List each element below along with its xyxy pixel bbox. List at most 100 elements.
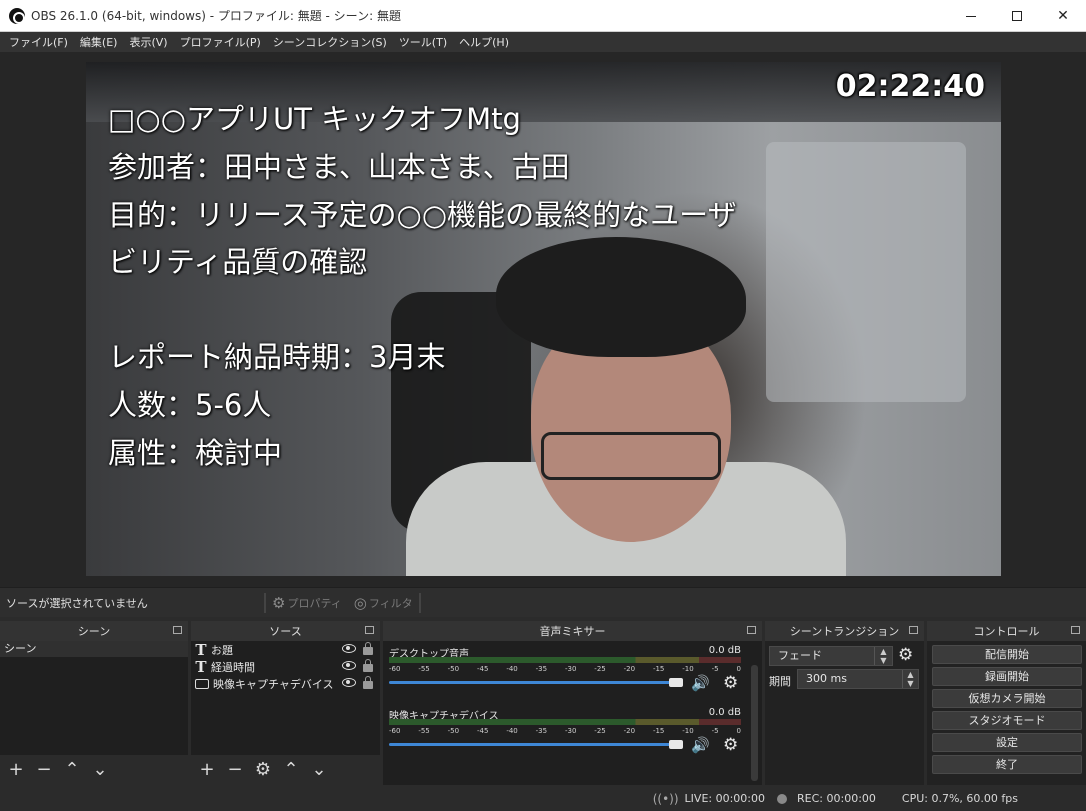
volume-slider[interactable]: [389, 681, 679, 684]
cpu-status: CPU: 0.7%, 60.00 fps: [901, 792, 1018, 805]
source-item[interactable]: T お題: [191, 641, 380, 659]
controls-dock: コントロール 配信開始 録画開始 仮想カメラ開始 スタジオモード 設定 終了: [927, 621, 1086, 785]
filters-label: フィルタ: [368, 596, 413, 610]
sources-dock-title: ソース: [191, 621, 380, 641]
menu-tools[interactable]: ツール(T): [393, 34, 453, 50]
source-item[interactable]: 映像キャプチャデバイス: [191, 675, 380, 692]
overlay-line-title: □○○アプリUT キックオフMtg: [108, 102, 521, 136]
menu-bar: ファイル(F) 編集(E) 表示(V) プロファイル(P) シーンコレクション(…: [0, 32, 1086, 52]
source-name: お題: [211, 643, 233, 657]
broadcast-icon: ((•)): [652, 791, 679, 806]
overlay-line-count: 人数：5-6人: [108, 388, 272, 422]
rec-status: REC: 00:00:00: [797, 792, 876, 805]
menu-edit[interactable]: 編集(E): [74, 34, 124, 50]
close-button[interactable]: ✕: [1040, 0, 1086, 32]
scene-item[interactable]: シーン: [0, 641, 188, 657]
source-name: 映像キャプチャデバイス: [213, 677, 334, 691]
move-source-up-button[interactable]: ⌃: [281, 760, 301, 780]
menu-file[interactable]: ファイル(F): [3, 34, 74, 50]
gear-icon[interactable]: ⚙: [898, 645, 913, 665]
studio-mode-button[interactable]: スタジオモード: [932, 711, 1082, 730]
overlay-line-participants: 参加者：田中さま、山本さま、古田: [108, 150, 570, 184]
move-scene-down-button[interactable]: ⌄: [90, 760, 110, 780]
visibility-eye-icon[interactable]: [342, 661, 356, 670]
start-recording-button[interactable]: 録画開始: [932, 667, 1082, 686]
settings-button[interactable]: 設定: [932, 733, 1082, 752]
visibility-eye-icon[interactable]: [342, 678, 356, 687]
person-hair: [496, 237, 746, 357]
float-dock-icon[interactable]: [1071, 626, 1080, 634]
menu-scene-collection[interactable]: シーンコレクション(S): [267, 34, 393, 50]
minimize-button[interactable]: [948, 0, 994, 32]
properties-button[interactable]: ⚙ プロパティ: [266, 594, 348, 612]
camera-source-icon: [195, 678, 209, 689]
sources-list: T お題 T 経過時間 映像キャプチャデバイス: [191, 641, 380, 755]
move-source-down-button[interactable]: ⌄: [309, 760, 329, 780]
volume-meter: [389, 719, 741, 725]
float-dock-icon[interactable]: [747, 626, 756, 634]
float-dock-icon[interactable]: [909, 626, 918, 634]
background-shelf: [766, 142, 966, 402]
gear-icon: ⚙: [272, 593, 286, 612]
speaker-icon[interactable]: 🔊: [691, 674, 710, 692]
transition-selected: フェード: [778, 649, 822, 662]
float-dock-icon[interactable]: [365, 626, 374, 634]
add-scene-button[interactable]: +: [6, 760, 26, 780]
exit-button[interactable]: 終了: [932, 755, 1082, 774]
mixer-body: デスクトップ音声 0.0 dB -60 -55 -50 -45 -40 -35 -30 -25…: [383, 641, 762, 785]
no-source-label: ソースが選択されていません: [6, 596, 148, 610]
overlay-line-attribute: 属性：検討中: [108, 436, 283, 470]
lock-icon[interactable]: [363, 659, 373, 672]
sources-title: ソース: [269, 625, 302, 638]
source-properties-gear-icon[interactable]: ⚙: [253, 760, 273, 780]
start-virtual-camera-button[interactable]: 仮想カメラ開始: [932, 689, 1082, 708]
mixer-title: 音声ミキサー: [539, 625, 606, 638]
gear-icon[interactable]: ⚙: [723, 735, 738, 755]
mixer-dock-title: 音声ミキサー: [383, 621, 762, 641]
source-item[interactable]: T 経過時間: [191, 657, 380, 676]
start-streaming-button[interactable]: 配信開始: [932, 645, 1082, 664]
spin-arrows-icon[interactable]: ▲ ▼: [902, 670, 918, 688]
add-source-button[interactable]: +: [197, 760, 217, 780]
divider: [418, 592, 421, 613]
duration-spinbox[interactable]: 300 ms ▲ ▼: [797, 669, 919, 689]
status-bar: ((•)) LIVE: 00:00:00 REC: 00:00:00 CPU: …: [0, 786, 1086, 811]
float-dock-icon[interactable]: [173, 626, 182, 634]
transitions-title: シーントランジション: [789, 625, 900, 638]
meter-ticks: -60 -55 -50 -45 -40 -35 -30 -25 -20 -15 -10 -5 0: [389, 665, 741, 673]
scenes-list: シーン: [0, 641, 188, 755]
volume-slider-handle[interactable]: [669, 740, 683, 749]
mixer-channel-desktop: デスクトップ音声 0.0 dB -60 -55 -50 -45 -40 -35 -30 -25…: [387, 643, 741, 705]
context-bar: ソースが選択されていません ⚙ プロパティ ◎ フィルタ: [0, 587, 1086, 617]
remove-scene-button[interactable]: −: [34, 760, 54, 780]
overlay-line-report: レポート納品時期：3月末: [108, 340, 446, 374]
lock-icon[interactable]: [363, 642, 373, 655]
text-source-icon: T: [195, 657, 207, 676]
elapsed-timer: 02:22:40: [835, 69, 985, 104]
maximize-button[interactable]: [994, 0, 1040, 32]
mixer-channel-capture: 映像キャプチャデバイス 0.0 dB -60 -55 -50 -45 -40 -35 -30…: [387, 705, 741, 767]
menu-help[interactable]: ヘルプ(H): [453, 34, 515, 50]
record-icon: [777, 793, 788, 804]
remove-source-button[interactable]: −: [225, 760, 245, 780]
transition-select[interactable]: フェード ▲ ▼: [769, 646, 893, 666]
visibility-eye-icon[interactable]: [342, 644, 356, 653]
gear-icon[interactable]: ⚙: [723, 673, 738, 693]
volume-slider-handle[interactable]: [669, 678, 683, 687]
filter-icon: ◎: [353, 593, 367, 612]
maximize-icon: [1012, 11, 1022, 21]
overlay-line-purpose-cont: ビリティ品質の確認: [108, 245, 368, 279]
minimize-icon: [966, 15, 976, 17]
live-status: LIVE: 00:00:00: [684, 792, 766, 805]
transitions-dock-title: シーントランジション: [765, 621, 924, 641]
preview-canvas[interactable]: 02:22:40 □○○アプリUT キックオフMtg 参加者：田中さま、山本さま…: [86, 62, 1001, 576]
volume-slider[interactable]: [389, 743, 679, 746]
speaker-icon[interactable]: 🔊: [691, 736, 710, 754]
lock-icon[interactable]: [363, 676, 373, 689]
menu-view[interactable]: 表示(V): [123, 34, 173, 50]
move-scene-up-button[interactable]: ⌃: [62, 760, 82, 780]
close-icon: ✕: [1057, 8, 1069, 24]
filters-button[interactable]: ◎ フィルタ: [348, 594, 419, 612]
menu-profile[interactable]: プロファイル(P): [174, 34, 267, 50]
mixer-scrollbar[interactable]: [751, 665, 758, 781]
